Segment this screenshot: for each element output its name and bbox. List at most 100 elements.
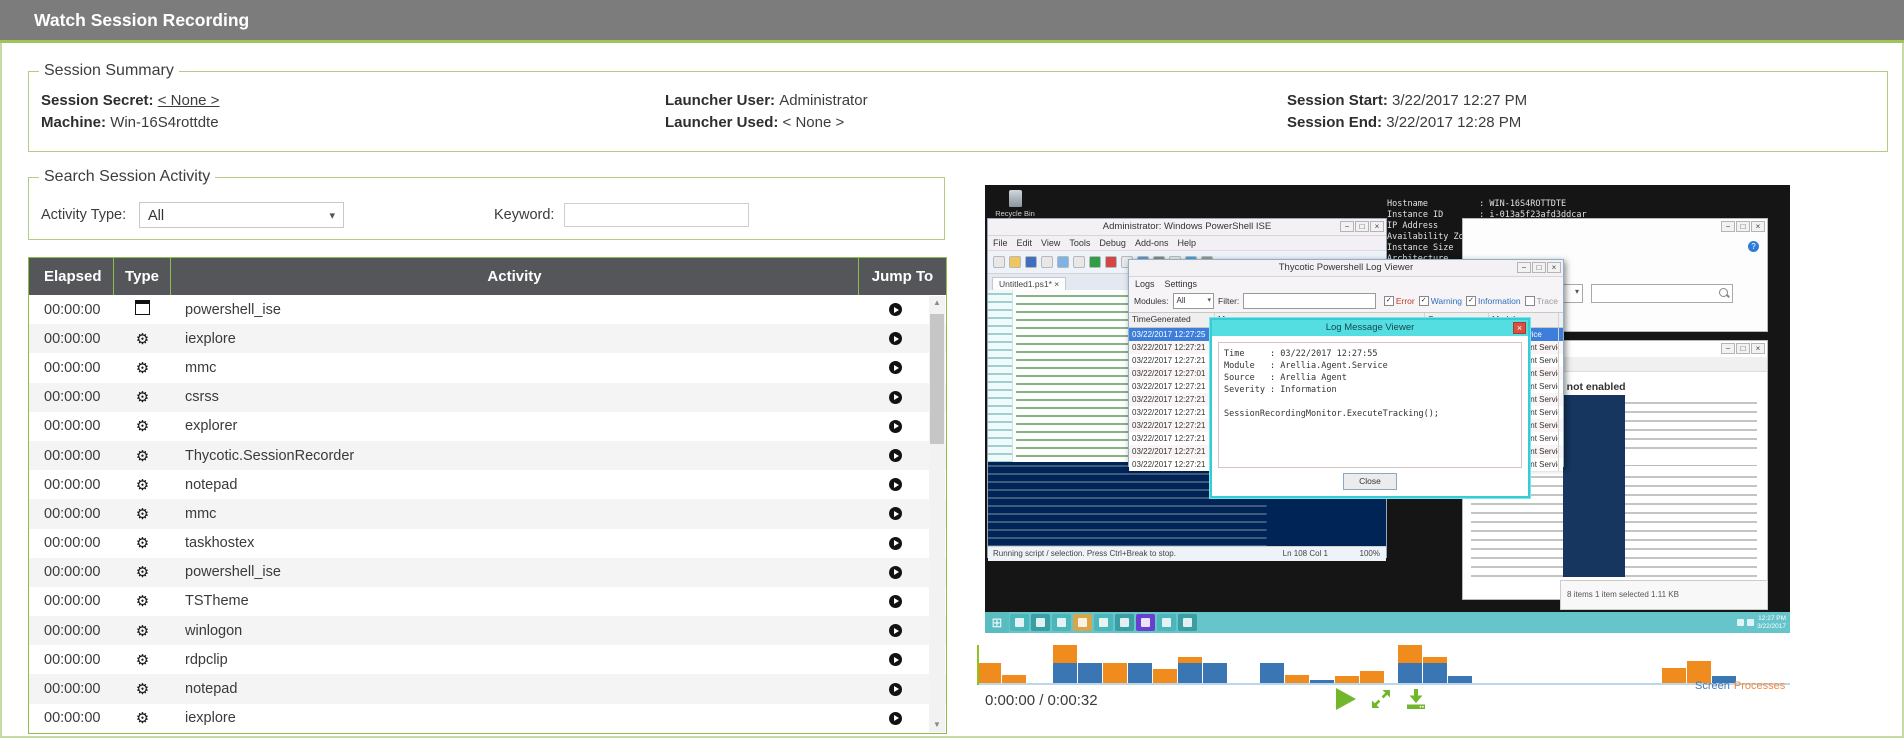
- timeline-bar: [1002, 675, 1026, 683]
- recycle-bin-icon: Recycle Bin: [993, 190, 1037, 218]
- jump-to-play-button[interactable]: [888, 419, 902, 433]
- column-header-jump-to: Jump To: [858, 258, 946, 295]
- jump-to-play-button[interactable]: [888, 507, 902, 521]
- modules-label: Modules:: [1134, 296, 1169, 306]
- video-frame[interactable]: Recycle Bin Hostname : WIN-16S4ROTTDTE In…: [985, 185, 1790, 633]
- taskbar-app-icon: [1073, 614, 1092, 631]
- ise-menu-item: File: [993, 238, 1008, 248]
- log-menu-item: Logs: [1135, 278, 1155, 289]
- table-row[interactable]: 00:00:00 ⚙ notepad: [29, 470, 946, 500]
- gear-icon: ⚙: [135, 622, 150, 640]
- jump-to-play-button[interactable]: [888, 653, 902, 667]
- table-row[interactable]: 00:00:00 ⚙ Thycotic.SessionRecorder: [29, 440, 946, 471]
- window-icon: [135, 300, 150, 316]
- system-tray: 12:27 PM 3/22/2017: [1737, 615, 1790, 631]
- activity-cell: taskhostex: [185, 535, 255, 552]
- jump-to-play-button[interactable]: [888, 390, 902, 404]
- scroll-down-icon[interactable]: ▼: [929, 718, 945, 732]
- taskbar-app-icon: [1136, 614, 1155, 631]
- table-scrollbar[interactable]: ▲ ▼: [929, 296, 945, 732]
- type-cell: ⚙: [114, 505, 171, 523]
- field-value[interactable]: < None >: [158, 92, 220, 109]
- ise-line-col: Ln 108 Col 1: [1282, 549, 1328, 558]
- keyword-label: Keyword:: [494, 207, 555, 223]
- table-row[interactable]: 00:00:00 ⚙ explorer: [29, 411, 946, 441]
- table-row[interactable]: 00:00:00 ⚙ taskhostex: [29, 528, 946, 558]
- elapsed-cell: 00:00:00: [44, 710, 101, 727]
- table-row[interactable]: 00:00:00 ⚙ notepad: [29, 674, 946, 704]
- processes-segment: [1335, 676, 1359, 683]
- activity-cell: rdpclip: [185, 651, 228, 668]
- jump-to-play-button[interactable]: [888, 303, 902, 317]
- dialog-title: Log Message Viewer: [1325, 322, 1415, 333]
- jump-to-play-button[interactable]: [888, 361, 902, 375]
- table-row[interactable]: 00:00:00 powershell_ise: [29, 295, 946, 325]
- table-row[interactable]: 00:00:00 ⚙ mmc: [29, 353, 946, 383]
- column-header-elapsed: Elapsed: [29, 258, 114, 295]
- legend-processes: Processes: [1733, 680, 1786, 692]
- taskbar-clock: 12:27 PM 3/22/2017: [1757, 614, 1786, 630]
- checkbox-label: Error: [1395, 296, 1415, 306]
- type-cell: [114, 300, 171, 319]
- type-cell: ⚙: [114, 709, 171, 727]
- jump-to-play-button[interactable]: [888, 536, 902, 550]
- jump-to-play-button[interactable]: [888, 449, 902, 463]
- summary-field: Session Start: 3/22/2017 12:27 PM: [1287, 90, 1527, 112]
- activity-type-select[interactable]: All ▾: [139, 202, 344, 228]
- watch-session-recording-page: Watch Session Recording Session Summary …: [0, 0, 1904, 738]
- dialog-titlebar: Log Message Viewer ×: [1212, 320, 1528, 336]
- session-summary-fields: Session Secret: < None > Machine: Win-16S…: [29, 90, 1887, 151]
- activity-cell: mmc: [185, 505, 217, 522]
- jump-to-play-button[interactable]: [888, 624, 902, 638]
- table-row[interactable]: 00:00:00 ⚙ winlogon: [29, 616, 946, 646]
- screen-segment: [1053, 663, 1077, 683]
- ise-line-number-gutter: [988, 290, 1013, 462]
- ise-menubar: File Edit View Tools Debug Add-ons Help: [988, 236, 1386, 250]
- checkbox-label: Trace: [1536, 296, 1558, 306]
- ise-zoom-level: 100%: [1359, 549, 1380, 558]
- elapsed-cell: 00:00:00: [44, 418, 101, 435]
- table-row[interactable]: 00:00:00 ⚙ rdpclip: [29, 645, 946, 675]
- bginfo-line: Hostname : WIN-16S4ROTTDTE: [1387, 199, 1567, 209]
- activity-cell: winlogon: [185, 622, 243, 639]
- scroll-up-icon[interactable]: ▲: [929, 296, 945, 310]
- timeline-bar: [1398, 645, 1422, 683]
- table-row[interactable]: 00:00:00 ⚙ csrss: [29, 382, 946, 412]
- search-controls: Activity Type: All ▾ Keyword:: [29, 202, 944, 232]
- timeline-bar: [1448, 676, 1472, 683]
- table-row[interactable]: 00:00:00 ⚙ iexplore: [29, 324, 946, 354]
- jump-to-play-button[interactable]: [888, 332, 902, 346]
- download-button[interactable]: [1404, 687, 1428, 711]
- timeline-histogram[interactable]: [977, 645, 1790, 685]
- close-icon: ×: [1513, 322, 1526, 334]
- scrollbar-thumb[interactable]: [930, 314, 944, 444]
- log-grid-cell: 03/22/2017 12:27:21: [1129, 445, 1215, 458]
- playback-controls: [1332, 686, 1428, 712]
- jump-to-play-button[interactable]: [888, 682, 902, 696]
- table-row[interactable]: 00:00:00 ⚙ TSTheme: [29, 586, 946, 617]
- table-row[interactable]: 00:00:00 ⚙ iexplore: [29, 703, 946, 733]
- gear-icon: ⚙: [135, 535, 150, 553]
- jump-to-play-button[interactable]: [888, 711, 902, 725]
- activity-cell: Thycotic.SessionRecorder: [185, 447, 355, 464]
- dialog-message-text: Time : 03/22/2017 12:27:55 Module : Arel…: [1218, 342, 1522, 468]
- table-row[interactable]: 00:00:00 ⚙ mmc: [29, 499, 946, 529]
- console-window-fragment: [1563, 395, 1625, 577]
- timeline-bar: [1285, 675, 1309, 683]
- table-row[interactable]: 00:00:00 ⚙ powershell_ise: [29, 557, 946, 587]
- fullscreen-button[interactable]: [1369, 687, 1393, 711]
- gear-icon: ⚙: [135, 505, 150, 523]
- maximize-icon: □: [1355, 221, 1369, 232]
- processes-segment: [1153, 669, 1177, 683]
- jump-to-play-button[interactable]: [888, 565, 902, 579]
- keyword-input[interactable]: [564, 203, 749, 227]
- playhead-marker[interactable]: [977, 645, 979, 685]
- checkbox-icon: ✓: [1466, 296, 1477, 306]
- log-grid-cell: 03/22/2017 12:27:21: [1129, 432, 1215, 445]
- activity-cell: explorer: [185, 418, 238, 435]
- jump-to-play-button[interactable]: [888, 478, 902, 492]
- timeline-bar: [977, 663, 1001, 683]
- jump-to-play-button[interactable]: [888, 594, 902, 608]
- toolbar-icon: [1105, 256, 1117, 268]
- play-button[interactable]: [1332, 686, 1358, 712]
